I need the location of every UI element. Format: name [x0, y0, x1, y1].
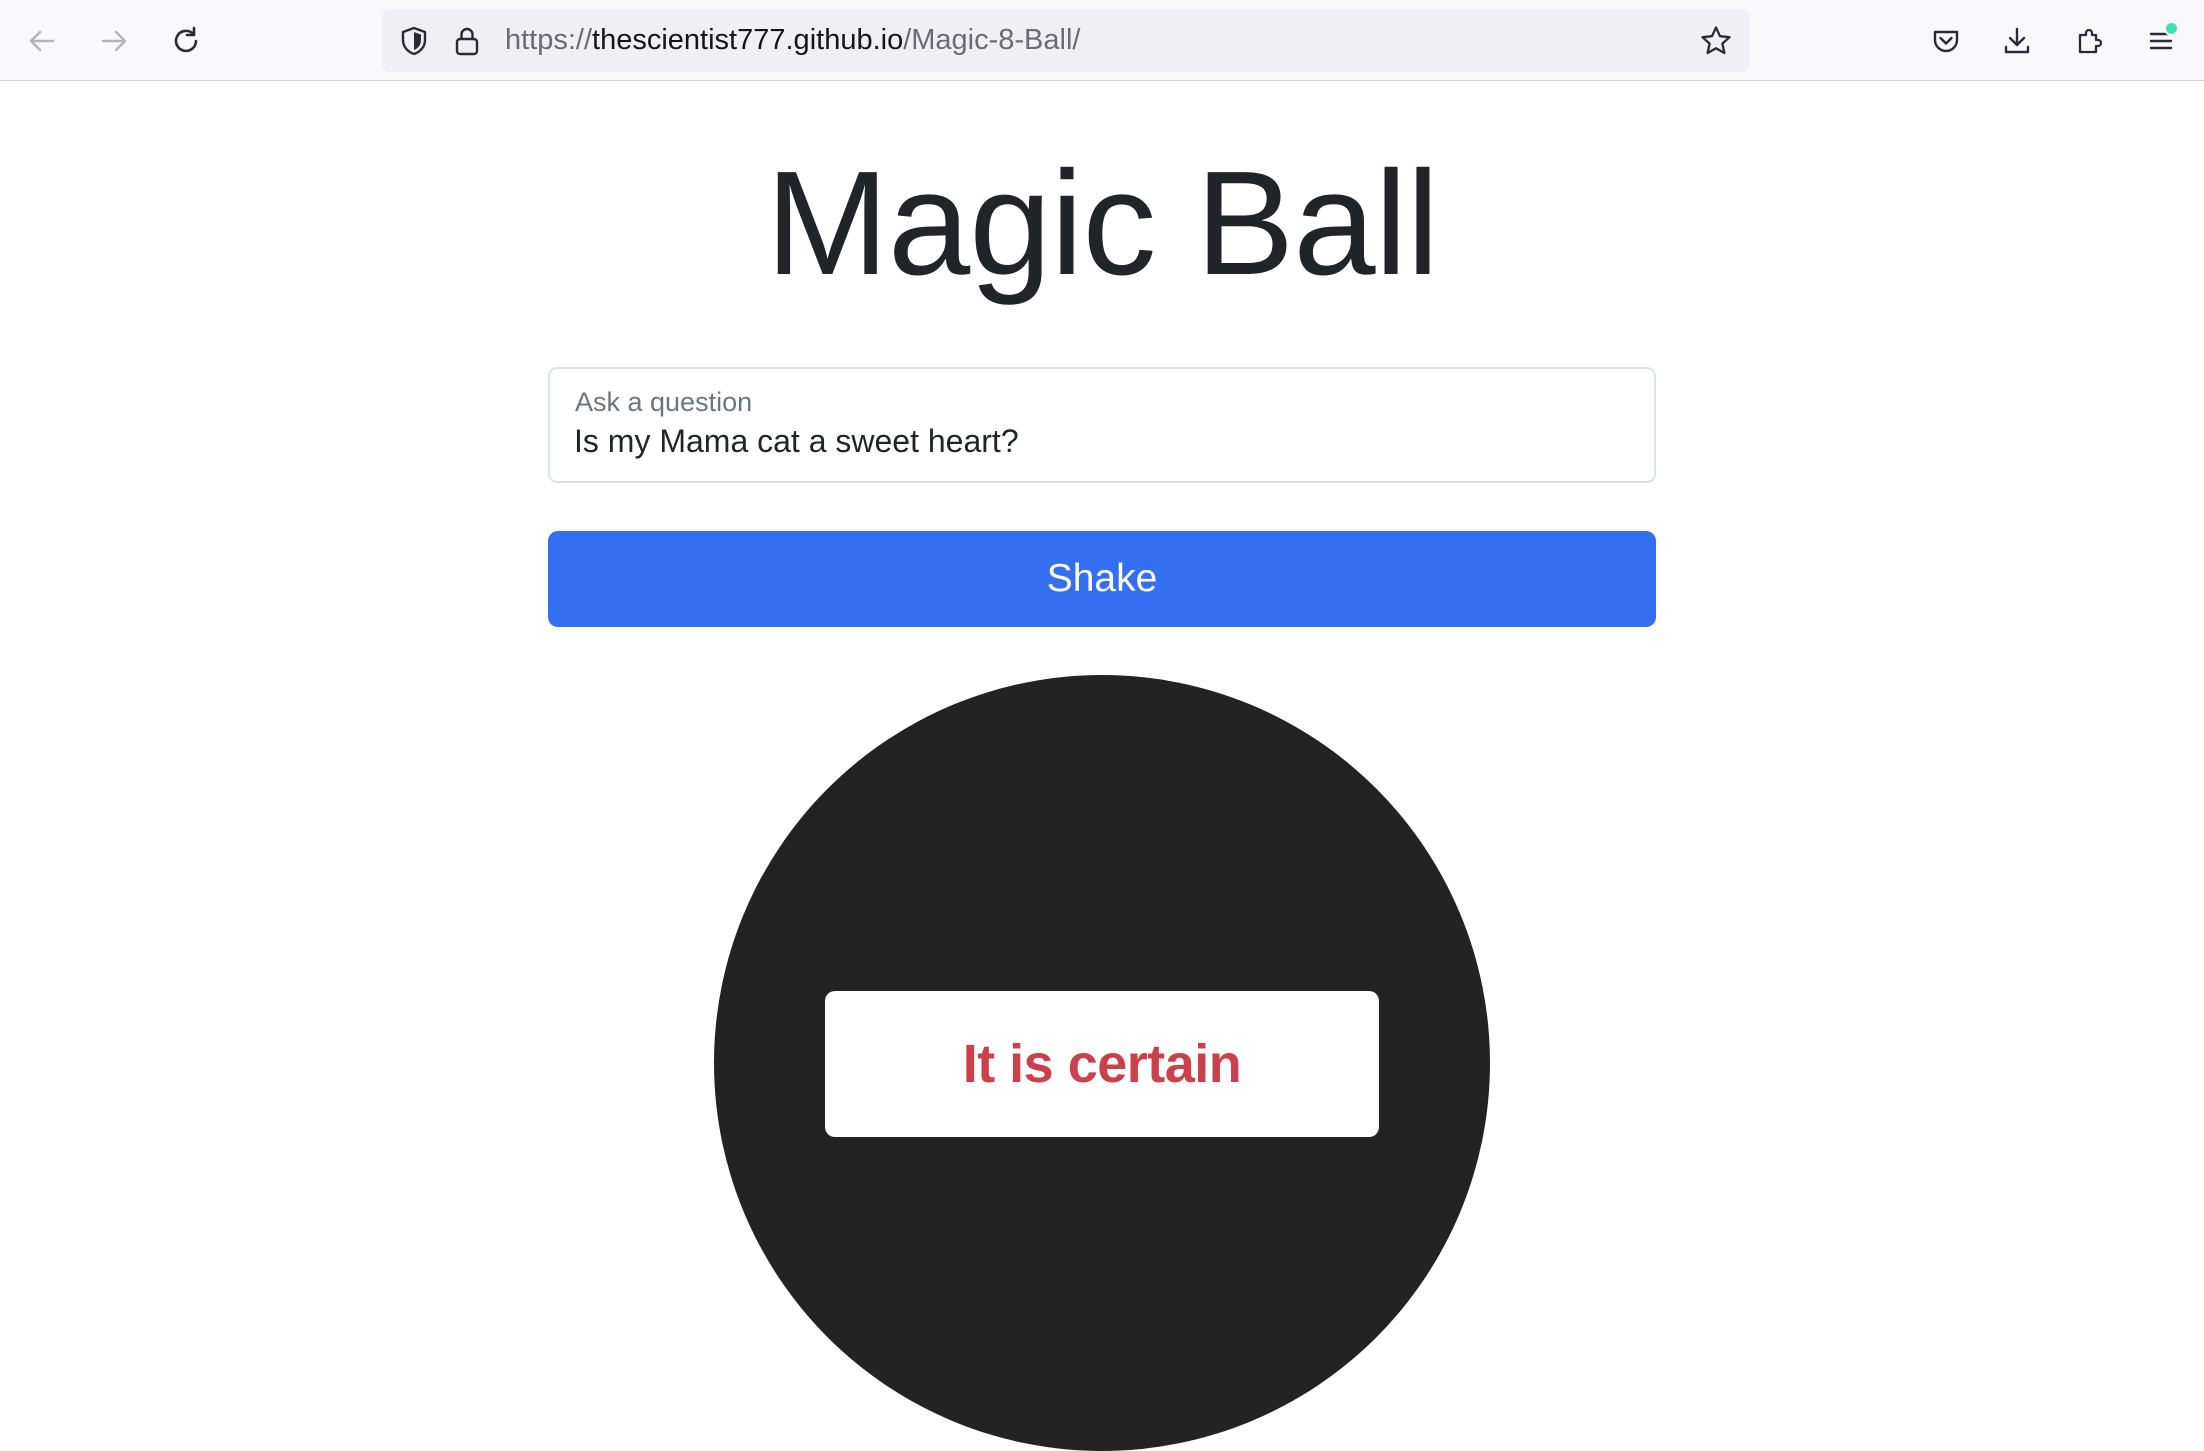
- reload-button[interactable]: [160, 15, 212, 67]
- star-icon: [1701, 26, 1731, 55]
- puzzle-icon: [2078, 28, 2103, 54]
- page-content: Magic Ball Ask a question Shake It is ce…: [0, 81, 2204, 1451]
- reload-icon: [174, 26, 198, 53]
- bookmark-star-button[interactable]: [1696, 21, 1736, 61]
- url-host: thescientist777.github.io: [592, 24, 904, 56]
- answer-text: It is certain: [962, 1034, 1242, 1094]
- answer-window: It is certain: [825, 991, 1379, 1137]
- pocket-icon: [1933, 30, 1959, 53]
- extensions-button[interactable]: [2064, 15, 2116, 67]
- question-label: Ask a question: [575, 387, 753, 417]
- arrow-right-icon: [101, 30, 127, 52]
- page-title: Magic Ball: [765, 141, 1440, 306]
- app-menu-button[interactable]: [2135, 15, 2187, 67]
- lock-icon[interactable]: [447, 21, 487, 61]
- update-badge: [2164, 21, 2179, 36]
- browser-toolbar: https://thescientist777.github.io/Magic-…: [0, 0, 2204, 81]
- magic-ball: It is certain: [714, 675, 1490, 1451]
- forward-button[interactable]: [88, 15, 140, 67]
- question-field[interactable]: Ask a question: [548, 367, 1656, 483]
- back-button[interactable]: [16, 15, 68, 67]
- question-input[interactable]: [574, 419, 1624, 463]
- address-bar[interactable]: https://thescientist777.github.io/Magic-…: [382, 9, 1750, 72]
- url-text[interactable]: https://thescientist777.github.io/Magic-…: [505, 9, 1080, 72]
- download-icon: [2004, 27, 2030, 54]
- pocket-button[interactable]: [1920, 15, 1972, 67]
- shield-icon[interactable]: [394, 21, 434, 61]
- url-path: /Magic-8-Ball/: [903, 24, 1081, 56]
- arrow-left-icon: [29, 30, 55, 52]
- url-scheme: https://: [505, 24, 593, 56]
- downloads-button[interactable]: [1991, 15, 2043, 67]
- shake-button[interactable]: Shake: [548, 531, 1656, 627]
